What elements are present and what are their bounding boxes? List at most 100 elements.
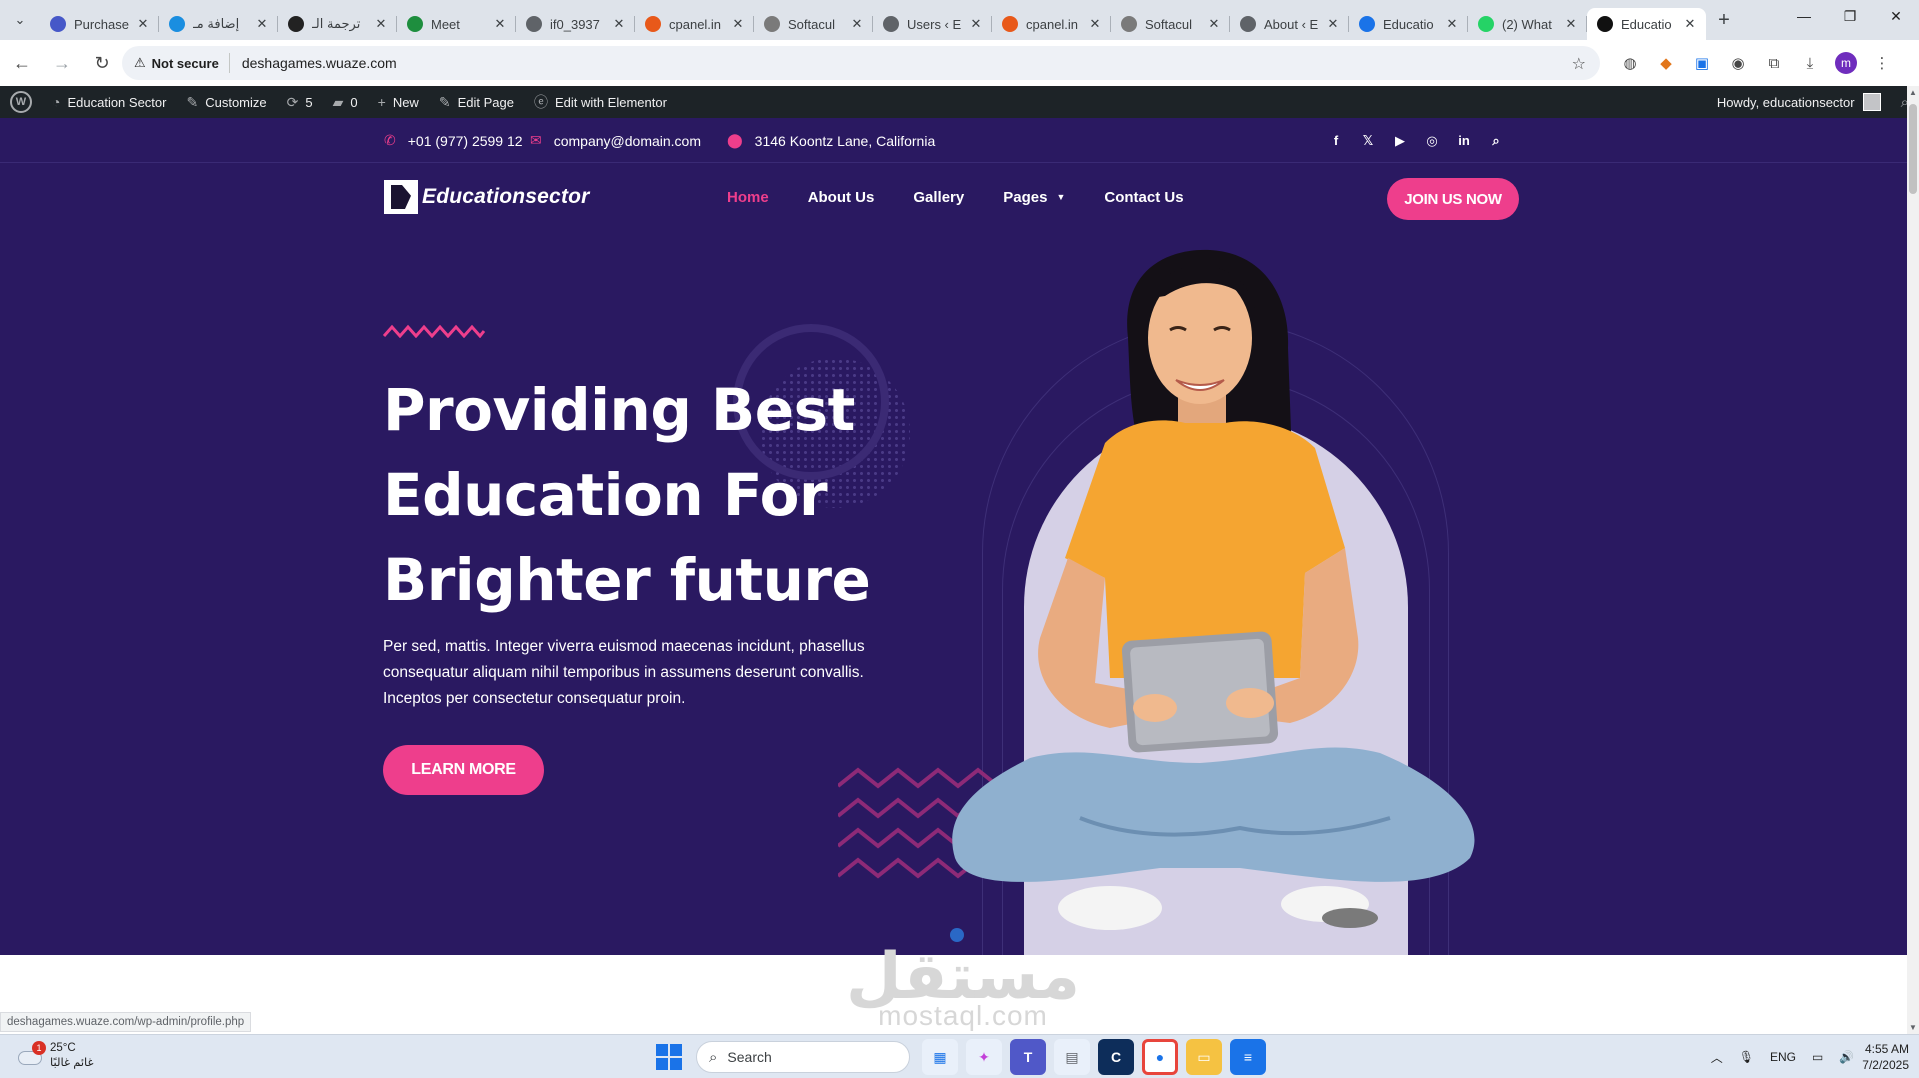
arrow-right-icon: →: [53, 52, 71, 73]
extension-blue-icon[interactable]: ▣: [1684, 45, 1720, 81]
tab-close-icon[interactable]: ✕: [1087, 16, 1103, 32]
network-icon[interactable]: ▭: [1812, 1050, 1823, 1064]
download-icon[interactable]: ⤓: [1792, 45, 1828, 81]
search-icon: ⌕: [709, 1048, 718, 1066]
tab-close-icon[interactable]: ✕: [135, 16, 151, 32]
window-controls: — ❐ ✕: [1781, 0, 1919, 32]
chrome-app-icon[interactable]: ●: [1142, 1039, 1178, 1075]
tab-close-icon[interactable]: ✕: [373, 16, 389, 32]
language-indicator[interactable]: ENG: [1770, 1050, 1796, 1064]
browser-tab[interactable]: cpanel.in ✕: [992, 8, 1111, 40]
date-text: 7/2/2025: [1862, 1058, 1909, 1072]
wordpress-icon: W: [10, 91, 32, 113]
wp-logo-menu[interactable]: W: [0, 86, 42, 118]
scroll-up-icon[interactable]: ▲: [1907, 88, 1919, 97]
puzzle-icon[interactable]: ⧉: [1756, 45, 1792, 81]
profile-avatar[interactable]: m: [1835, 52, 1857, 74]
browser-tab[interactable]: (2) What ✕: [1468, 8, 1587, 40]
browser-tab[interactable]: إضافة مـ ✕: [159, 8, 278, 40]
tab-favicon-icon: [1359, 16, 1375, 32]
browser-tab[interactable]: cpanel.in ✕: [635, 8, 754, 40]
tab-search-button[interactable]: ⌄: [0, 0, 40, 40]
browser-tab[interactable]: Users ‹ E ✕: [873, 8, 992, 40]
clock[interactable]: 4:55 AM 7/2/2025: [1862, 1041, 1909, 1073]
wp-customize[interactable]: ✎ Customize: [176, 86, 276, 118]
tab-title: Softacul: [1145, 16, 1192, 32]
browser-tab[interactable]: Educatio ✕: [1587, 8, 1706, 40]
tab-close-icon[interactable]: ✕: [849, 16, 865, 32]
notepad-app-icon[interactable]: ≡: [1230, 1039, 1266, 1075]
wp-comments[interactable]: ▰ 0: [323, 86, 368, 118]
explorer-app-icon[interactable]: ▤: [1054, 1039, 1090, 1075]
tab-close-icon[interactable]: ✕: [1325, 16, 1341, 32]
wp-edit-page[interactable]: ✎ Edit Page: [429, 86, 524, 118]
new-tab-button[interactable]: +: [1706, 0, 1742, 40]
browser-tab[interactable]: if0_3937 ✕: [516, 8, 635, 40]
restore-button[interactable]: ❐: [1827, 0, 1873, 32]
tab-close-icon[interactable]: ✕: [1563, 16, 1579, 32]
tab-title: (2) What: [1502, 16, 1552, 32]
url-text[interactable]: deshagames.wuaze.com: [242, 55, 397, 71]
microphone-icon[interactable]: 🎙: [1739, 1050, 1754, 1064]
security-label: Not secure: [151, 55, 219, 71]
reload-button[interactable]: ↻: [84, 45, 120, 81]
tab-close-icon[interactable]: ✕: [1444, 16, 1460, 32]
c-app-icon[interactable]: C: [1098, 1039, 1134, 1075]
camera-icon[interactable]: ◉: [1720, 45, 1756, 81]
reload-icon: ↻: [94, 52, 110, 73]
learn-more-button[interactable]: LEARN MORE: [383, 745, 544, 795]
tab-title: Softacul: [788, 16, 835, 32]
extension-icons: ◍ ◆ ▣ ◉ ⧉ ⤓ m ⋮: [1612, 40, 1900, 86]
tab-close-icon[interactable]: ✕: [611, 16, 627, 32]
taskbar-search[interactable]: ⌕ Search: [696, 1041, 910, 1073]
tab-favicon-icon: [526, 16, 542, 32]
site-info-button[interactable]: ⚠ Not secure: [134, 53, 230, 73]
browser-tab[interactable]: ترجمة الـ ✕: [278, 8, 397, 40]
extension-icon[interactable]: ◍: [1612, 45, 1648, 81]
tab-close-icon[interactable]: ✕: [968, 16, 984, 32]
bookmark-star-icon[interactable]: ☆: [1572, 54, 1586, 74]
back-button[interactable]: ←: [4, 45, 40, 81]
page-scrollbar[interactable]: ▲ ▼: [1907, 86, 1919, 1034]
tab-close-icon[interactable]: ✕: [730, 16, 746, 32]
tab-close-icon[interactable]: ✕: [1206, 16, 1222, 32]
metamask-icon[interactable]: ◆: [1648, 45, 1684, 81]
tab-close-icon[interactable]: ✕: [254, 16, 270, 32]
wp-new[interactable]: + New: [368, 86, 429, 118]
wp-edit-elementor[interactable]: ⓔ Edit with Elementor: [524, 86, 677, 118]
weather-widget[interactable]: 1 25°C غائم غالبًا: [16, 1041, 94, 1071]
scroll-down-icon[interactable]: ▼: [1907, 1023, 1919, 1032]
chevron-up-icon[interactable]: ︿: [1711, 1049, 1723, 1066]
browser-tab[interactable]: Meet ✕: [397, 8, 516, 40]
comment-icon: ▰: [332, 93, 344, 110]
tab-favicon-icon: [1121, 16, 1137, 32]
hero-heading-line-1: Providing Best: [383, 376, 855, 444]
browser-tab[interactable]: Purchase ✕: [40, 8, 159, 40]
close-window-button[interactable]: ✕: [1873, 0, 1919, 32]
browser-tab[interactable]: Softacul ✕: [754, 8, 873, 40]
address-bar[interactable]: ⚠ Not secure deshagames.wuaze.com ☆: [122, 46, 1600, 80]
new-label: New: [392, 94, 419, 110]
browser-tab[interactable]: Educatio ✕: [1349, 8, 1468, 40]
minimize-button[interactable]: —: [1781, 0, 1827, 32]
tab-title: cpanel.in: [1026, 16, 1079, 32]
start-button[interactable]: [656, 1044, 682, 1070]
forward-button[interactable]: →: [44, 45, 80, 81]
browser-tab[interactable]: About ‹ E ✕: [1230, 8, 1349, 40]
browser-toolbar: ← → ↻ ⚠ Not secure deshagames.wuaze.com …: [0, 40, 1919, 86]
tab-favicon-icon: [1002, 16, 1018, 32]
tab-close-icon[interactable]: ✕: [1682, 16, 1698, 32]
volume-icon[interactable]: 🔊: [1839, 1050, 1854, 1064]
teams-app-icon[interactable]: T: [1010, 1039, 1046, 1075]
wp-my-account[interactable]: Howdy, educationsector: [1707, 86, 1891, 118]
menu-dots-icon[interactable]: ⋮: [1864, 45, 1900, 81]
folder-app-icon[interactable]: ▭: [1186, 1039, 1222, 1075]
copilot-app-icon[interactable]: ✦: [966, 1039, 1002, 1075]
scrollbar-thumb[interactable]: [1909, 104, 1917, 194]
wp-updates[interactable]: ⟳ 5: [277, 86, 323, 118]
tab-close-icon[interactable]: ✕: [492, 16, 508, 32]
store-app-icon[interactable]: ▦: [922, 1039, 958, 1075]
wp-site-name[interactable]: ◔ Education Sector: [42, 86, 176, 118]
browser-tab[interactable]: Softacul ✕: [1111, 8, 1230, 40]
tab-favicon-icon: [1597, 16, 1613, 32]
